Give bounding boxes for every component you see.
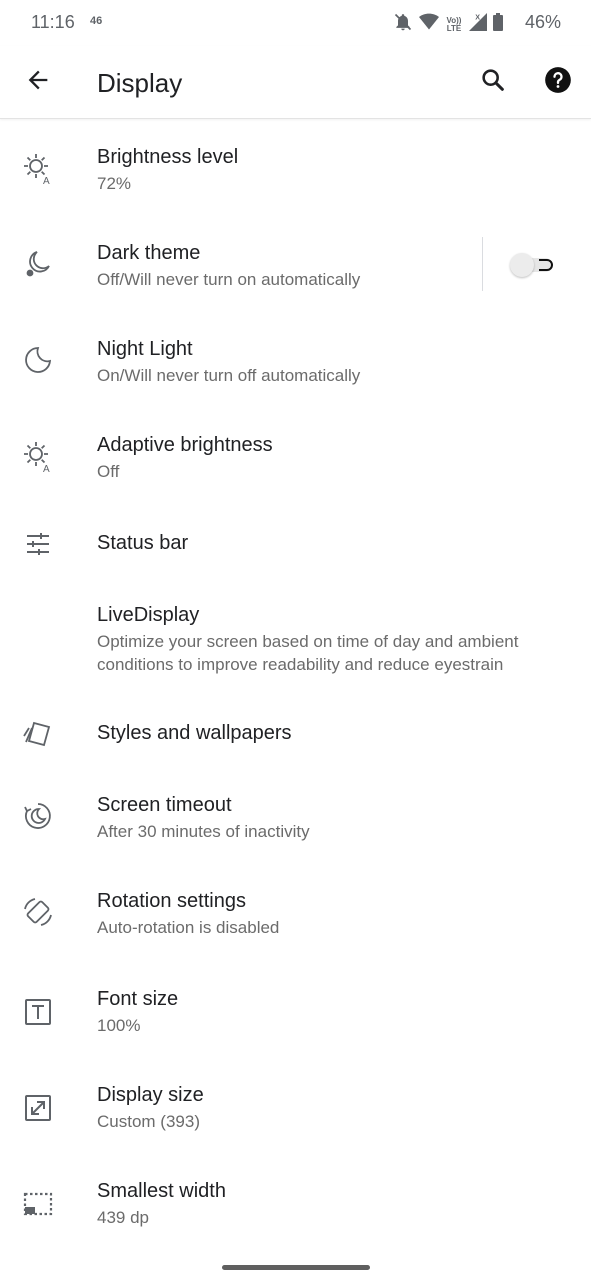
styles-icon (18, 714, 58, 754)
setting-title: Brightness level (97, 146, 239, 168)
setting-title: Rotation settings (97, 890, 246, 912)
setting-rotation[interactable]: Rotation settings Auto-rotation is disab… (0, 866, 591, 962)
setting-adaptive-brightness[interactable]: A Adaptive brightness Off (0, 414, 591, 510)
setting-summary: 100% (97, 1016, 141, 1035)
status-icons: Vo)) LTE X (393, 12, 503, 37)
setting-summary: Custom (393) (97, 1112, 200, 1131)
brightness-auto-icon: A (18, 148, 58, 188)
tune-icon (18, 524, 58, 564)
setting-title: Screen timeout (97, 794, 232, 816)
setting-dark-theme[interactable]: Dark theme Off/Will never turn on automa… (0, 222, 591, 318)
search-button[interactable] (469, 58, 517, 106)
wifi-icon (419, 13, 439, 36)
setting-title: Adaptive brightness (97, 434, 273, 456)
page-title: Display (97, 68, 183, 98)
setting-night-light[interactable]: Night Light On/Will never turn off autom… (0, 318, 591, 414)
dark-theme-toggle[interactable] (510, 252, 556, 278)
setting-styles-wallpapers[interactable]: Styles and wallpapers (0, 698, 591, 770)
svg-text:A: A (43, 176, 50, 185)
battery-icon (493, 13, 503, 36)
setting-font-size[interactable]: Font size 100% (0, 962, 591, 1058)
setting-summary: On/Will never turn off automatically (97, 366, 361, 385)
toggle-thumb (510, 253, 534, 277)
setting-brightness-level[interactable]: A Brightness level 72% (0, 126, 591, 222)
setting-summary: Off/Will never turn on automatically (97, 270, 361, 289)
setting-summary: After 30 minutes of inactivity (97, 822, 310, 841)
search-icon (479, 66, 507, 99)
screen-timeout-icon (18, 796, 58, 836)
setting-title: Smallest width (97, 1180, 226, 1202)
setting-title: Display size (97, 1084, 204, 1106)
setting-display-size[interactable]: Display size Custom (393) (0, 1058, 591, 1154)
display-size-icon (18, 1088, 58, 1128)
volte-indicator: Vo)) LTE (446, 15, 462, 33)
setting-status-bar[interactable]: Status bar (0, 510, 591, 578)
status-time: 11:16 (31, 12, 75, 32)
svg-text:X: X (475, 13, 480, 21)
setting-title: Status bar (97, 532, 189, 554)
adaptive-brightness-icon: A (18, 436, 58, 476)
back-button[interactable] (14, 58, 62, 106)
setting-title: Styles and wallpapers (97, 722, 292, 744)
network-type: 46 (90, 15, 103, 27)
toggle-off-glyph (539, 259, 553, 271)
status-bar: 11:16 46 Vo)) LTE X 46% (0, 0, 591, 46)
setting-livedisplay[interactable]: LiveDisplay Optimize your screen based o… (0, 578, 591, 698)
rotation-icon (18, 892, 58, 932)
setting-title: LiveDisplay (97, 604, 200, 626)
night-light-icon (18, 340, 58, 380)
setting-title: Night Light (97, 338, 193, 360)
gesture-nav-handle[interactable] (222, 1265, 370, 1270)
dark-theme-icon (18, 244, 58, 284)
toggle-divider (482, 237, 483, 291)
help-icon (544, 66, 572, 99)
setting-smallest-width[interactable]: Smallest width 439 dp (0, 1154, 591, 1250)
svg-text:A: A (43, 464, 50, 473)
setting-title: Font size (97, 988, 179, 1010)
back-arrow-icon (24, 66, 52, 99)
setting-summary: Auto-rotation is disabled (97, 918, 280, 937)
setting-summary: Off (97, 462, 120, 481)
setting-screen-timeout[interactable]: Screen timeout After 30 minutes of inact… (0, 770, 591, 866)
font-size-icon (18, 992, 58, 1032)
setting-summary: Optimize your screen based on time of da… (97, 632, 519, 674)
app-bar: Display (0, 46, 591, 119)
battery-percent: 46% (525, 12, 562, 32)
smallest-width-icon (18, 1184, 58, 1224)
setting-summary: 72% (97, 174, 132, 193)
notifications-off-icon (393, 12, 413, 37)
setting-title: Dark theme (97, 242, 201, 264)
cell-signal-icon: X (469, 12, 487, 36)
setting-summary: 439 dp (97, 1208, 149, 1227)
help-button[interactable] (534, 58, 582, 106)
